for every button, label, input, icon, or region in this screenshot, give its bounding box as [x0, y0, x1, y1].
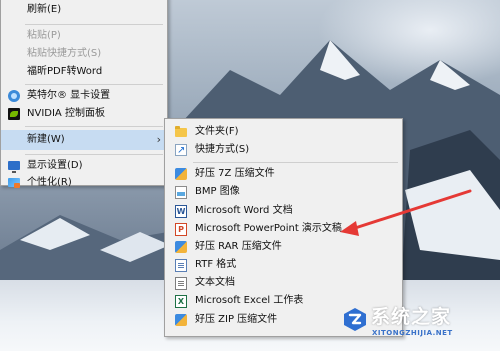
- submenu-item-word-document[interactable]: W Microsoft Word 文档: [165, 202, 402, 220]
- menu-item-paste[interactable]: 粘贴(P): [1, 27, 167, 45]
- personalize-icon: [8, 178, 20, 188]
- menu-item-label: Microsoft Excel 工作表: [195, 295, 304, 306]
- nvidia-icon: [8, 108, 20, 120]
- menu-item-label: Microsoft PowerPoint 演示文稿: [195, 223, 342, 234]
- archive-icon: [175, 241, 187, 253]
- excel-icon: X: [175, 295, 187, 308]
- menu-item-label: 文本文档: [195, 277, 235, 288]
- menu-separator: [25, 154, 163, 155]
- menu-item-refresh[interactable]: 刷新(E): [1, 1, 167, 19]
- archive-icon: [175, 314, 187, 326]
- menu-item-pdf-to-word[interactable]: 福昕PDF转Word: [1, 63, 167, 81]
- menu-item-label: NVIDIA 控制面板: [27, 108, 105, 119]
- powerpoint-icon: P: [175, 223, 187, 236]
- menu-item-label: 粘贴(P): [27, 30, 61, 41]
- submenu-item-rar-archive[interactable]: 好压 RAR 压缩文件: [165, 238, 402, 256]
- menu-item-display-settings[interactable]: 显示设置(D): [1, 157, 167, 175]
- menu-item-label: RTF 格式: [195, 259, 237, 270]
- submenu-item-folder[interactable]: 文件夹(F): [165, 123, 402, 141]
- menu-item-label: 英特尔® 显卡设置: [27, 90, 111, 101]
- rtf-document-icon: [175, 259, 187, 272]
- menu-item-paste-shortcut[interactable]: 粘贴快捷方式(S): [1, 45, 167, 63]
- menu-separator: [193, 162, 398, 163]
- submenu-item-7z-archive[interactable]: 好压 7Z 压缩文件: [165, 165, 402, 183]
- menu-item-personalize[interactable]: 个性化(R): [1, 174, 167, 192]
- folder-icon: [175, 126, 187, 137]
- menu-separator: [25, 126, 163, 127]
- submenu-item-bmp-image[interactable]: BMP 图像: [165, 183, 402, 201]
- intel-graphics-icon: [8, 90, 20, 102]
- menu-item-label: 福昕PDF转Word: [27, 66, 103, 77]
- shortcut-icon: [175, 142, 187, 160]
- submenu-item-powerpoint[interactable]: P Microsoft PowerPoint 演示文稿: [165, 220, 402, 238]
- watermark-site-name: 系统之家: [371, 306, 452, 328]
- word-document-icon: W: [175, 205, 187, 218]
- menu-item-nvidia-control-panel[interactable]: NVIDIA 控制面板: [1, 105, 167, 123]
- text-document-icon: [175, 277, 187, 290]
- menu-item-intel-graphics[interactable]: 英特尔® 显卡设置: [1, 87, 167, 105]
- menu-item-label: 文件夹(F): [195, 126, 239, 137]
- menu-item-label: Microsoft Word 文档: [195, 205, 293, 216]
- watermark-logo-icon: [344, 308, 366, 331]
- display-settings-icon: [8, 161, 20, 173]
- menu-item-label: 刷新(E): [27, 4, 62, 15]
- menu-separator: [25, 24, 163, 25]
- menu-item-label: 粘贴快捷方式(S): [27, 48, 102, 59]
- menu-separator: [25, 84, 163, 85]
- menu-item-label: 好压 ZIP 压缩文件: [195, 314, 278, 325]
- submenu-item-shortcut[interactable]: 快捷方式(S): [165, 141, 402, 160]
- submenu-item-rtf[interactable]: RTF 格式: [165, 256, 402, 274]
- bitmap-image-icon: [175, 186, 187, 199]
- archive-icon: [175, 168, 187, 180]
- menu-item-label: 好压 RAR 压缩文件: [195, 241, 282, 252]
- watermark-url: XITONGZHIJIA.NET: [372, 329, 453, 337]
- menu-item-label: 新建(W): [27, 134, 65, 145]
- menu-item-new[interactable]: 新建(W) ›: [1, 130, 167, 150]
- new-submenu: 文件夹(F) 快捷方式(S) 好压 7Z 压缩文件 BMP 图像 W Micro…: [164, 118, 403, 337]
- menu-item-label: 好压 7Z 压缩文件: [195, 168, 275, 179]
- desktop-context-menu: 刷新(E) 粘贴(P) 粘贴快捷方式(S) 福昕PDF转Word 英特尔® 显卡…: [0, 0, 168, 188]
- menu-item-label: 快捷方式(S): [195, 144, 250, 155]
- menu-item-label: BMP 图像: [195, 186, 240, 197]
- chevron-right-icon: ›: [156, 133, 161, 146]
- submenu-item-text-document[interactable]: 文本文档: [165, 274, 402, 292]
- menu-item-label: 显示设置(D): [27, 160, 83, 171]
- menu-item-label: 个性化(R): [27, 177, 72, 188]
